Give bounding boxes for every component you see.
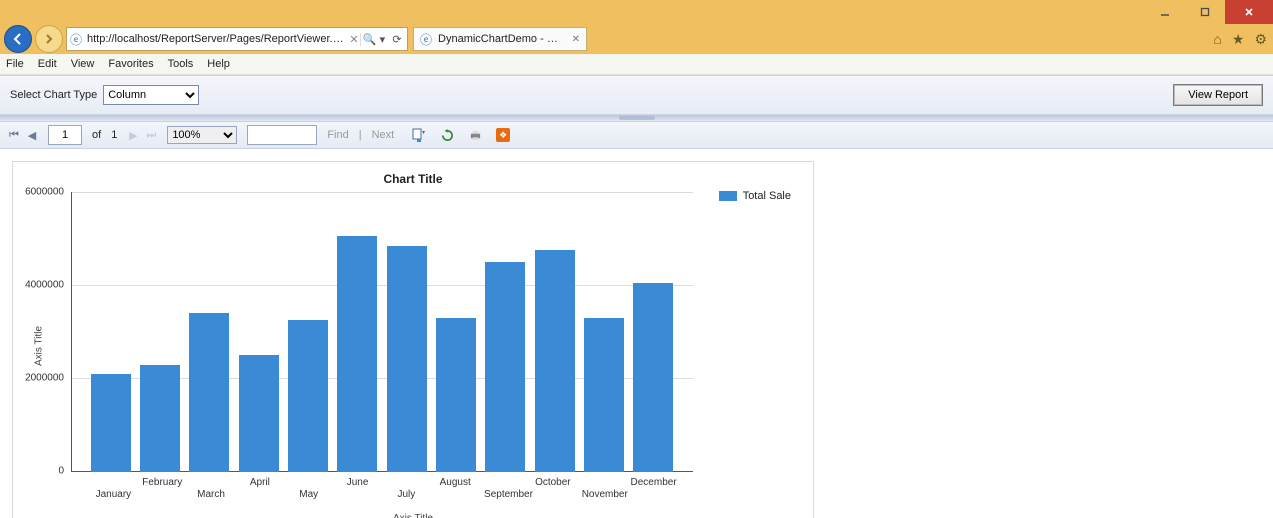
reportviewer-toolbar: ⏮ ◀ of 1 ▶ ⏭ 100% Find | Next ❖ (0, 122, 1273, 149)
find-next-link[interactable]: Next (372, 129, 395, 141)
chart-bar (584, 318, 624, 472)
legend-swatch-icon (719, 191, 737, 201)
chart-bar (387, 246, 427, 472)
tools-icon[interactable]: ⚙ (1254, 31, 1267, 48)
x-tick-label: January (93, 489, 133, 500)
menu-tools[interactable]: Tools (168, 58, 194, 70)
chart-card: Chart Title Total Sale Axis Title 020000… (12, 161, 814, 518)
y-tick-label: 2000000 (14, 373, 64, 384)
x-tick-label: March (191, 489, 231, 500)
x-tick-label: December (631, 477, 671, 488)
legend-label: Total Sale (743, 190, 791, 202)
search-dropdown-icon[interactable]: 🔍 ▾ (360, 33, 387, 46)
zoom-select[interactable]: 100% (167, 126, 237, 144)
browser-right-controls: ⌂ ★ ⚙ (1213, 24, 1267, 54)
chart-bar (189, 313, 229, 472)
chart-bar (633, 283, 673, 472)
menu-favorites[interactable]: Favorites (108, 58, 153, 70)
browser-toolbar: ⓔ ✕ 🔍 ▾ ⟳ ⓔ DynamicChartDemo - Repo... ✕… (0, 24, 1273, 54)
clear-url-icon[interactable]: ✕ (348, 33, 360, 46)
nav-forward-button[interactable] (35, 25, 63, 53)
report-page: Select Chart Type Column View Report ⏮ ◀… (0, 75, 1273, 518)
address-bar[interactable]: ⓔ ✕ 🔍 ▾ ⟳ (66, 27, 408, 51)
page-total: 1 (111, 129, 117, 141)
parameter-bar: Select Chart Type Column View Report (0, 75, 1273, 115)
view-report-button[interactable]: View Report (1173, 84, 1263, 106)
window-minimize-button[interactable] (1145, 0, 1185, 24)
page-nav-group: ⏮ ◀ (8, 129, 38, 142)
x-tick-label: August (435, 477, 475, 488)
splitter[interactable] (0, 115, 1273, 122)
chart-title: Chart Title (13, 162, 813, 186)
browser-tab[interactable]: ⓔ DynamicChartDemo - Repo... ✕ (413, 27, 587, 51)
y-tick-label: 0 (14, 466, 64, 477)
chart-bar (91, 374, 131, 472)
window-maximize-button[interactable] (1185, 0, 1225, 24)
find-input[interactable] (247, 125, 317, 145)
menu-edit[interactable]: Edit (38, 58, 57, 70)
prev-page-icon[interactable]: ◀ (26, 129, 38, 142)
chart-bar (535, 250, 575, 472)
next-page-icon[interactable]: ▶ (127, 129, 139, 142)
menu-file[interactable]: File (6, 58, 24, 70)
last-page-icon[interactable]: ⏭ (145, 129, 157, 142)
page-nav-group-2: ▶ ⏭ (127, 129, 157, 142)
tab-favicon-icon: ⓔ (420, 31, 432, 48)
refresh-report-icon[interactable] (440, 128, 454, 142)
refresh-page-icon[interactable]: ⟳ (387, 33, 407, 46)
chart-bar (337, 236, 377, 472)
url-input[interactable] (85, 33, 348, 45)
chart-bar (485, 262, 525, 472)
x-tick-label: February (142, 477, 182, 488)
favorites-icon[interactable]: ★ (1232, 31, 1245, 48)
x-tick-label: April (240, 477, 280, 488)
separator: | (359, 129, 362, 141)
browser-menu-bar: File Edit View Favorites Tools Help (0, 54, 1273, 75)
x-tick-label: October (533, 477, 573, 488)
page-of-label: of (92, 129, 101, 141)
current-page-input[interactable] (48, 125, 82, 145)
first-page-icon[interactable]: ⏮ (8, 129, 20, 142)
x-tick-label: July (386, 489, 426, 500)
y-tick-label: 4000000 (14, 280, 64, 291)
chart-bar (288, 320, 328, 472)
print-icon[interactable] (468, 128, 482, 142)
menu-view[interactable]: View (71, 58, 95, 70)
window-titlebar (0, 0, 1273, 24)
param-label: Select Chart Type (10, 89, 97, 101)
splitter-grip-icon (619, 116, 655, 120)
chart-legend: Total Sale (719, 190, 791, 202)
menu-help[interactable]: Help (207, 58, 230, 70)
y-axis-title: Axis Title (34, 326, 45, 366)
chart-bar (140, 365, 180, 472)
x-tick-label: September (484, 489, 524, 500)
nav-back-button[interactable] (4, 25, 32, 53)
chart-bar (436, 318, 476, 472)
chart-type-select[interactable]: Column (103, 85, 199, 105)
find-link[interactable]: Find (327, 129, 348, 141)
window-close-button[interactable] (1225, 0, 1273, 24)
x-axis-title: Axis Title (13, 513, 813, 518)
export-icon[interactable] (412, 128, 426, 142)
tab-label: DynamicChartDemo - Repo... (438, 33, 566, 45)
x-tick-label: June (338, 477, 378, 488)
tab-close-icon[interactable]: ✕ (572, 34, 580, 45)
y-tick-label: 6000000 (14, 187, 64, 198)
chart-bar (239, 355, 279, 472)
plot-area: 0200000040000006000000 JanuaryFebruaryMa… (71, 192, 693, 472)
home-icon[interactable]: ⌂ (1213, 31, 1221, 47)
x-tick-label: November (582, 489, 622, 500)
x-tick-label: May (289, 489, 329, 500)
datafeed-icon[interactable]: ❖ (496, 128, 510, 142)
ie-logo-icon: ⓔ (67, 31, 85, 48)
